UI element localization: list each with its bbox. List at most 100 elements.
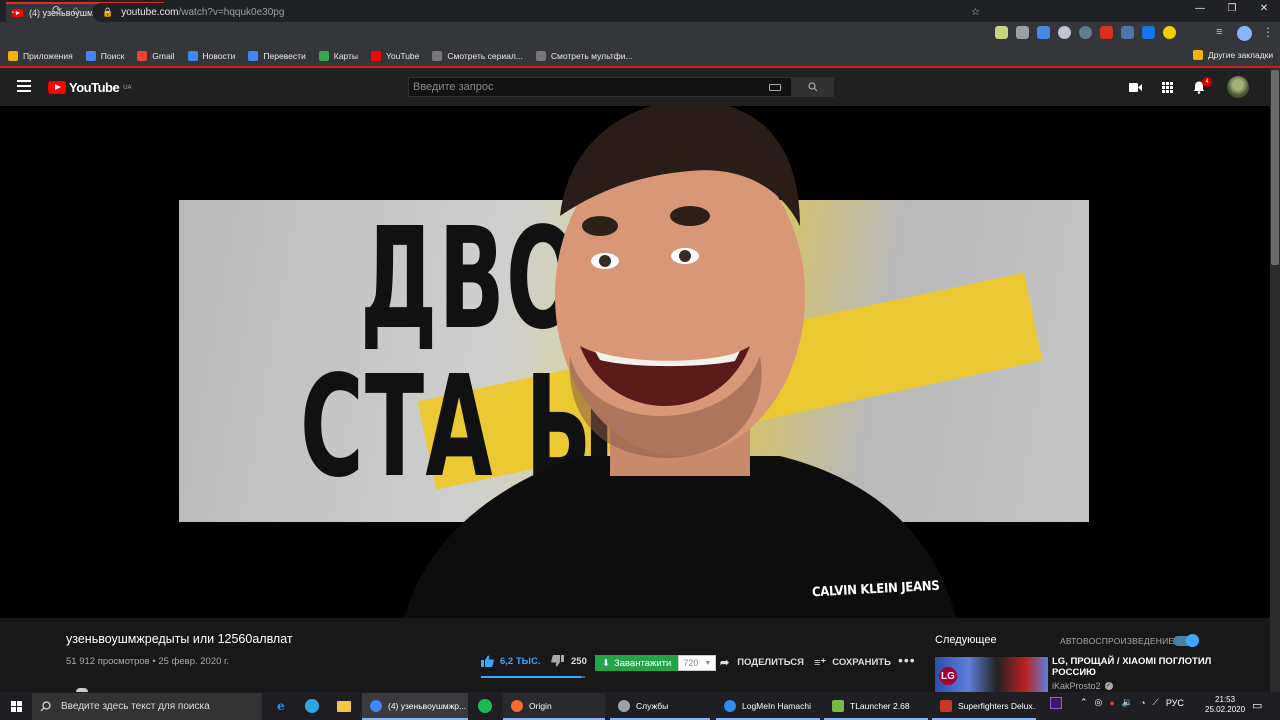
create-video-icon[interactable] <box>1128 80 1142 94</box>
taskbar-app-superfighters[interactable]: Superfighters Delux... <box>932 693 1036 720</box>
dislike-button[interactable]: 250 <box>551 655 587 667</box>
thumbs-up-icon <box>481 655 494 667</box>
reload-icon[interactable]: ⟳ <box>52 3 62 17</box>
share-button[interactable]: ➦ ПОДЕЛИТЬСЯ <box>720 656 804 669</box>
keyboard-icon[interactable] <box>769 83 781 91</box>
clock-time: 21:53 <box>1215 695 1236 704</box>
notification-count-badge: 4 <box>1202 77 1212 87</box>
profile-avatar[interactable] <box>1237 26 1252 41</box>
like-button[interactable]: 6,2 ТЫС. <box>481 655 540 667</box>
lock-icon: 🔒 <box>102 7 114 17</box>
tray-red-icon[interactable]: ● <box>1109 698 1114 708</box>
video-player[interactable]: ДВО ЫЕ СТА Ы CALVIN KLEIN JEANS <box>0 106 1270 618</box>
bookmarks-bar: Приложения Поиск Gmail Новости Перевести… <box>0 46 1280 66</box>
thumbs-down-icon <box>551 655 564 667</box>
bookmark-star-icon[interactable]: ☆ <box>971 7 980 18</box>
bookmark-gmail[interactable]: Gmail <box>137 51 175 61</box>
bookmark-series[interactable]: Смотреть сериал... <box>432 51 523 61</box>
film-icon <box>432 51 443 61</box>
premiere-tray-icon[interactable] <box>1050 697 1062 709</box>
share-label: ПОДЕЛИТЬСЯ <box>737 657 804 668</box>
taskbar-app-chrome[interactable]: (4) узеньвоушмжр... <box>362 693 468 720</box>
youtube-play-logo-icon <box>48 81 66 94</box>
bookmark-translate[interactable]: Перевести <box>248 51 306 61</box>
telegram-icon[interactable] <box>303 697 321 715</box>
bookmark-youtube[interactable]: YouTube <box>370 51 419 61</box>
other-bookmarks[interactable]: Другие закладки <box>1193 50 1273 60</box>
download-button[interactable]: ⬇ Завантажити <box>595 655 679 671</box>
extension-8-icon[interactable] <box>1142 26 1155 39</box>
like-count: 6,2 ТЫС. <box>500 655 541 667</box>
taskbar-app-origin[interactable]: Origin <box>503 693 605 720</box>
quality-value: 720 <box>683 658 699 668</box>
extension-icons <box>995 26 1176 39</box>
save-button[interactable]: ≡⁺ СОХРАНИТЬ <box>814 656 891 669</box>
tray-wifi-icon[interactable]: ◔ <box>1140 698 1145 708</box>
bookmark-maps[interactable]: Карты <box>318 51 358 61</box>
dislike-count: 250 <box>571 655 587 667</box>
download-arrow-icon: ⬇ <box>602 657 610 669</box>
account-avatar[interactable] <box>1227 76 1249 98</box>
quality-select[interactable]: 720 ▼ <box>678 655 717 671</box>
taskbar-app-hamachi[interactable]: LogMeIn Hamachi <box>716 693 820 720</box>
save-label: СОХРАНИТЬ <box>832 657 891 668</box>
superfighters-icon <box>940 699 952 712</box>
system-tray: ⌃ ◎ ● 🔉 ◔ ⟋ РУС <box>1080 697 1184 708</box>
extension-1-icon[interactable] <box>995 26 1008 39</box>
edge-icon[interactable]: e <box>272 697 290 715</box>
download-widget: ⬇ Завантажити 720 ▼ <box>595 655 717 671</box>
recommended-video-channel[interactable]: iKakProsto2 ✓ <box>1052 681 1113 691</box>
extension-9-icon[interactable] <box>1163 26 1176 39</box>
search-button[interactable] <box>791 77 834 97</box>
volume-icon[interactable]: 🔉 <box>1122 697 1133 708</box>
bookmark-apps[interactable]: Приложения <box>8 51 73 61</box>
hamachi-icon <box>724 699 736 712</box>
extension-3-icon[interactable] <box>1037 26 1050 39</box>
region-code: UA <box>123 84 132 91</box>
apps-grid-icon[interactable] <box>1160 80 1174 94</box>
spotify-icon[interactable] <box>476 697 494 715</box>
start-button[interactable] <box>0 692 32 720</box>
back-arrow-icon[interactable]: ← <box>9 3 21 17</box>
browser-menu-icon[interactable]: ⋮ <box>1262 25 1274 39</box>
bookmark-cartoons[interactable]: Смотреть мультфи... <box>535 51 633 61</box>
tray-app-icon[interactable]: ◎ <box>1095 697 1103 708</box>
action-center-icon[interactable]: ▭ <box>1252 699 1262 712</box>
extension-4-icon[interactable] <box>1058 26 1071 39</box>
recommended-video-thumbnail[interactable]: LG <box>935 657 1048 692</box>
minimize-button[interactable]: — <box>1184 0 1216 22</box>
up-next-heading: Следующее <box>935 634 997 646</box>
forward-arrow-icon[interactable]: → <box>31 3 43 17</box>
origin-icon <box>511 699 523 712</box>
autoplay-toggle-knob[interactable] <box>1186 634 1199 647</box>
scrollbar-thumb[interactable] <box>1271 70 1279 265</box>
media-queue-icon[interactable]: ≡ <box>1216 26 1222 38</box>
restore-button[interactable]: ❐ <box>1216 0 1248 22</box>
gmail-icon <box>137 51 148 61</box>
extension-6-icon[interactable] <box>1100 26 1113 39</box>
language-indicator[interactable]: РУС <box>1166 698 1184 708</box>
more-actions-button[interactable]: ••• <box>898 652 916 668</box>
taskbar-clock[interactable]: 21:53 25.02.2020 <box>1205 695 1245 715</box>
taskbar-app-services[interactable]: Службы <box>610 693 710 720</box>
tray-expand-icon[interactable]: ⌃ <box>1080 697 1088 708</box>
close-window-button[interactable]: ✕ <box>1248 0 1280 22</box>
bookmark-search[interactable]: Поиск <box>85 51 124 61</box>
network-icon[interactable]: ⟋ <box>1153 697 1159 708</box>
address-bar[interactable]: 🔒 youtube.com /watch?v=hqquk0e30pg ☆ <box>92 3 990 22</box>
youtube-logo[interactable]: YouTube UA <box>48 80 132 95</box>
taskbar-app-tlauncher[interactable]: TLauncher 2.68 <box>824 693 928 720</box>
search-input[interactable] <box>413 81 765 93</box>
extension-2-icon[interactable] <box>1016 26 1029 39</box>
home-icon[interactable]: ⌂ <box>72 3 79 17</box>
recommended-video-title[interactable]: LG, ПРОЩАЙ / XIAOMI ПОГЛОТИЛ РОССИЮ <box>1052 656 1252 678</box>
bookmark-news[interactable]: Новости <box>187 51 235 61</box>
download-label: Завантажити <box>613 657 672 669</box>
extension-5-icon[interactable] <box>1079 26 1092 39</box>
file-explorer-icon[interactable] <box>335 697 353 715</box>
taskbar-search[interactable]: Введите здесь текст для поиска <box>32 693 262 720</box>
services-gear-icon <box>618 699 630 712</box>
menu-hamburger-icon[interactable] <box>17 80 31 92</box>
playlist-add-icon: ≡⁺ <box>814 657 827 669</box>
vk-extension-icon[interactable] <box>1121 26 1134 39</box>
